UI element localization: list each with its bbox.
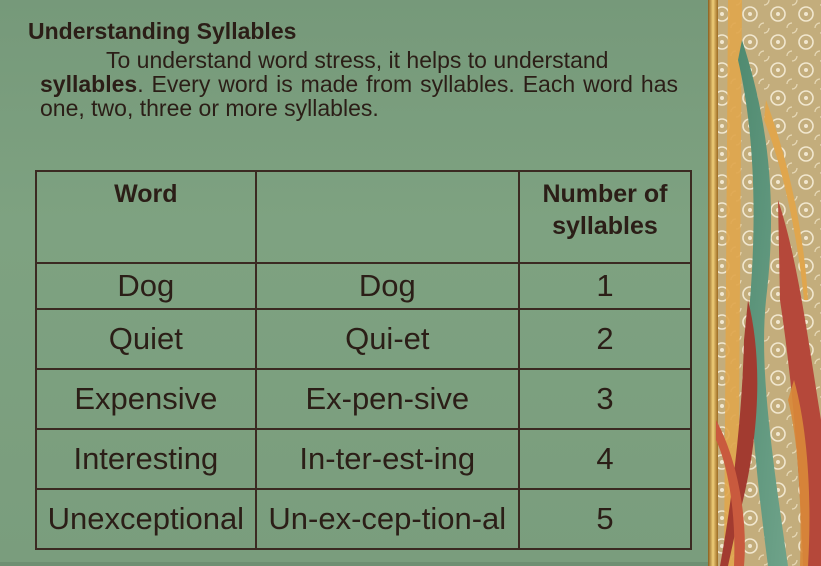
intro-keyword: syllables xyxy=(40,71,138,97)
cell-count: 2 xyxy=(517,308,693,370)
cell-word: Quiet xyxy=(35,308,257,370)
cell-count: 1 xyxy=(517,262,693,310)
table-row: Quiet Qui-et 2 xyxy=(35,308,693,370)
table-header-row: Word Number of syllables xyxy=(35,170,693,264)
cell-split: Un-ex-cep-tion-al xyxy=(254,488,520,550)
table-row: Dog Dog 1 xyxy=(35,262,693,310)
cell-split: In-ter-est-ing xyxy=(254,428,520,490)
decorative-border-art xyxy=(708,0,821,566)
cell-split: Qui-et xyxy=(254,308,520,370)
cell-word: Unexceptional xyxy=(35,488,257,550)
ribbon-pattern-icon xyxy=(708,0,821,566)
syllables-table: Word Number of syllables Dog Dog 1 Quiet… xyxy=(35,170,693,550)
header-count: Number of syllables xyxy=(517,170,693,264)
intro-paragraph: To understand word stress, it helps to u… xyxy=(40,48,678,120)
cell-count: 3 xyxy=(517,368,693,430)
slide-title: Understanding Syllables xyxy=(28,18,297,44)
cell-split: Ex-pen-sive xyxy=(254,368,520,430)
header-word: Word xyxy=(35,170,257,264)
table-row: Interesting In-ter-est-ing 4 xyxy=(35,428,693,490)
header-split xyxy=(254,170,520,264)
table-row: Expensive Ex-pen-sive 3 xyxy=(35,368,693,430)
table-row: Unexceptional Un-ex-cep-tion-al 5 xyxy=(35,488,693,550)
cell-word: Interesting xyxy=(35,428,257,490)
intro-lead: To understand word stress, it helps to u… xyxy=(106,47,609,73)
cell-word: Expensive xyxy=(35,368,257,430)
cell-split: Dog xyxy=(254,262,520,310)
cell-count: 4 xyxy=(517,428,693,490)
cell-count: 5 xyxy=(517,488,693,550)
cell-word: Dog xyxy=(35,262,257,310)
